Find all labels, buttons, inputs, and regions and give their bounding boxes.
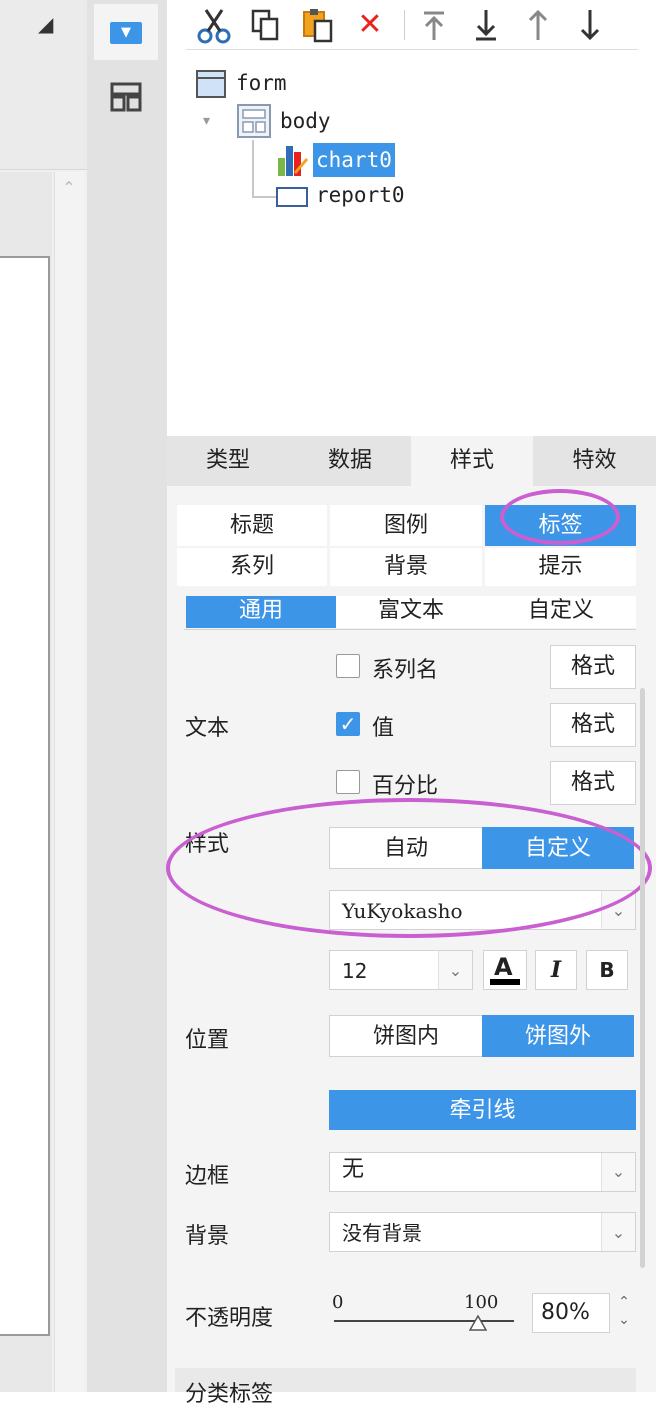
percent-checkbox[interactable] xyxy=(336,770,360,794)
move-top-icon[interactable] xyxy=(416,6,452,44)
mode-tab-rich-text[interactable]: 富文本 xyxy=(336,596,486,628)
panel-scrollbar[interactable] xyxy=(640,688,645,1268)
border-value: 无 xyxy=(342,1157,365,1182)
font-size-select[interactable]: 12 ⌄ xyxy=(329,950,473,990)
background-value: 没有背景 xyxy=(342,1221,422,1245)
expand-arrow-icon[interactable]: ▾ xyxy=(203,113,219,129)
collapse-icon[interactable]: ◢ xyxy=(38,12,66,36)
subtab-background[interactable]: 背景 xyxy=(330,548,482,586)
tab-type[interactable]: 类型 xyxy=(167,436,289,486)
opacity-min: 0 xyxy=(332,1292,344,1313)
highlight-ring xyxy=(166,798,652,938)
edit-toolbar: ✕ xyxy=(186,0,638,50)
position-inside-button[interactable]: 饼图内 xyxy=(329,1015,483,1057)
scroll-up-icon[interactable]: ⌃ xyxy=(58,178,80,198)
form-icon xyxy=(196,70,226,98)
mode-tab-general[interactable]: 通用 xyxy=(186,596,336,628)
body-icon xyxy=(237,104,271,138)
chevron-down-icon[interactable]: ⌄ xyxy=(601,1153,635,1191)
highlight-ring xyxy=(500,489,620,545)
subtab-legend[interactable]: 图例 xyxy=(330,505,482,546)
move-bottom-icon[interactable] xyxy=(468,6,504,44)
leader-line-button[interactable]: 牵引线 xyxy=(329,1090,636,1130)
category-label-title: 分类标签 xyxy=(185,1382,274,1407)
opacity-slider-thumb[interactable] xyxy=(468,1314,488,1331)
border-select[interactable]: 无 ⌄ xyxy=(329,1152,636,1192)
copy-icon[interactable] xyxy=(248,6,284,44)
series-name-format-button[interactable]: 格式 xyxy=(550,645,636,689)
value-checkbox[interactable]: ✓ xyxy=(336,712,360,736)
subtab-tooltip[interactable]: 提示 xyxy=(485,548,636,586)
tree-node-chart[interactable]: chart0 xyxy=(313,143,395,177)
mode-tab-custom[interactable]: 自定义 xyxy=(486,596,636,628)
tree-node-body[interactable]: body xyxy=(280,109,331,133)
percent-label: 百分比 xyxy=(372,774,439,799)
border-label: 边框 xyxy=(185,1164,230,1189)
value-format-button[interactable]: 格式 xyxy=(550,703,636,747)
font-size-value: 12 xyxy=(342,959,368,983)
subtab-title[interactable]: 标题 xyxy=(177,505,327,546)
move-down-icon[interactable] xyxy=(572,6,608,44)
font-color-button[interactable]: A xyxy=(483,950,527,990)
subtab-series[interactable]: 系列 xyxy=(177,548,327,586)
chevron-down-icon[interactable]: ⌄ xyxy=(601,1213,635,1251)
chevron-down-icon[interactable]: ⌄ xyxy=(438,951,472,989)
canvas-page[interactable] xyxy=(0,256,50,1336)
canvas-scrollbar[interactable] xyxy=(54,172,84,1392)
cut-icon[interactable] xyxy=(196,6,232,44)
tree-node-report[interactable]: report0 xyxy=(316,183,405,207)
tab-data[interactable]: 数据 xyxy=(289,436,411,486)
toolbar-separator xyxy=(404,10,405,40)
series-name-label: 系列名 xyxy=(372,658,439,683)
opacity-max: 100 xyxy=(464,1292,499,1313)
tab-style[interactable]: 样式 xyxy=(411,436,533,486)
bold-button[interactable]: B xyxy=(586,950,628,990)
font-color-swatch xyxy=(490,979,520,985)
side-toolbar xyxy=(87,0,167,1392)
paste-icon[interactable] xyxy=(300,6,336,44)
delete-icon[interactable]: ✕ xyxy=(352,6,388,44)
text-label: 文本 xyxy=(185,716,230,741)
widget-dropdown-icon[interactable]: ▼ xyxy=(110,22,142,44)
layout-icon[interactable] xyxy=(110,82,142,112)
property-tabs: 类型 数据 样式 特效 xyxy=(167,436,656,486)
tree-node-form[interactable]: form xyxy=(236,71,287,95)
opacity-label: 不透明度 xyxy=(185,1306,274,1331)
value-label: 值 xyxy=(372,716,395,741)
report-icon xyxy=(276,187,308,207)
background-select[interactable]: 没有背景 ⌄ xyxy=(329,1212,636,1252)
chart-icon xyxy=(276,144,310,178)
tree-connector xyxy=(252,196,276,198)
category-label-section[interactable]: 分类标签 xyxy=(175,1368,636,1407)
move-up-icon[interactable] xyxy=(520,6,556,44)
series-name-checkbox[interactable] xyxy=(336,654,360,678)
opacity-slider-track[interactable] xyxy=(334,1320,514,1322)
opacity-input[interactable]: 80% xyxy=(532,1293,610,1333)
opacity-stepper[interactable]: ⌃ ⌄ xyxy=(614,1293,634,1333)
background-label: 背景 xyxy=(185,1224,230,1249)
position-outside-button[interactable]: 饼图外 xyxy=(482,1015,634,1057)
italic-button[interactable]: I xyxy=(535,950,577,990)
tab-effects[interactable]: 特效 xyxy=(533,436,656,486)
percent-format-button[interactable]: 格式 xyxy=(550,761,636,805)
tree-connector xyxy=(252,140,254,196)
position-label: 位置 xyxy=(185,1028,230,1053)
